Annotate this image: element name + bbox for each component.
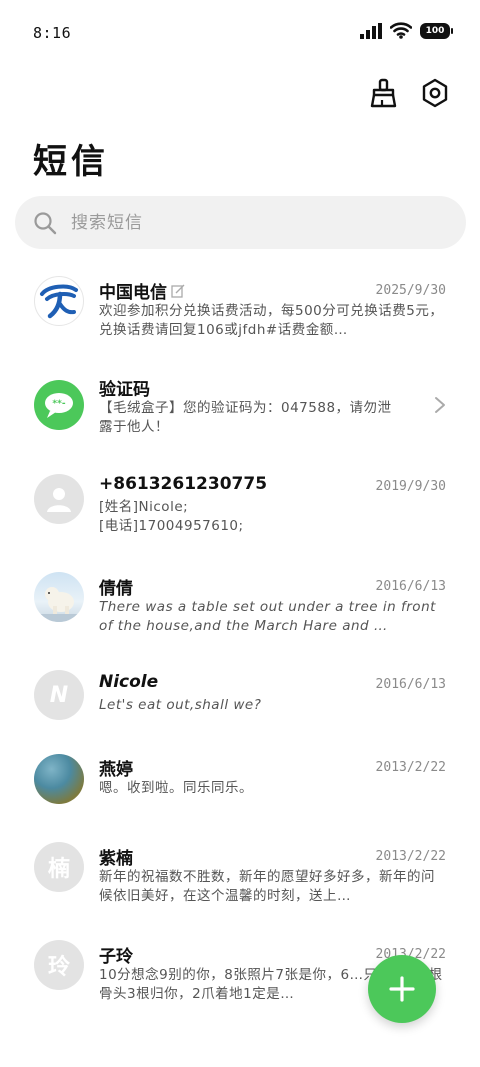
broom-icon (370, 78, 397, 108)
telecom-logo (34, 276, 84, 326)
page-title: 短信 (33, 142, 109, 182)
search-icon (31, 209, 59, 237)
search-bar[interactable] (15, 196, 466, 249)
message-date: 2025/9/30 (375, 283, 446, 298)
status-icons: 100 (360, 22, 453, 39)
message-preview: 嗯。收到啦。同乐同乐。 (99, 780, 253, 796)
contact-name: Nicole (99, 672, 158, 692)
message-preview: 欢迎参加积分兑换话费活动，每500分可兑换话费5元，兑换话费请回复106或jfd… (99, 303, 444, 338)
contact-name-text: +8613261230775 (99, 474, 268, 494)
new-message-button[interactable] (368, 955, 436, 1023)
contact-name-text: 子玲 (99, 947, 133, 967)
polar-bear-photo (34, 572, 84, 622)
landscape-photo (34, 754, 84, 804)
message-preview: [姓名]Nicole; [电话]17004957610; (99, 499, 244, 534)
message-date: 2013/2/22 (375, 760, 446, 775)
settings-button[interactable] (418, 76, 452, 110)
status-time: 8:16 (33, 24, 72, 42)
gear-icon (422, 78, 448, 108)
contact-name: 中国电信 (99, 278, 185, 303)
list-item[interactable]: +8613261230775 2019/9/30 [姓名]Nicole; [电话… (0, 456, 480, 552)
contact-name-text: 验证码 (99, 380, 150, 400)
clean-button[interactable] (366, 76, 400, 110)
message-preview: 【毛绒盒子】您的验证码为：047588，请勿泄露于他人！ (99, 400, 392, 435)
message-preview: 新年的祝福数不胜数，新年的愿望好多好多，新年的问候依旧美好，在这个温馨的时刻，送… (99, 869, 435, 904)
svg-text:**-: **- (52, 399, 65, 409)
chevron-right-icon[interactable] (434, 396, 446, 414)
contact-avatar: 楠 (34, 842, 84, 892)
contact-name: 验证码 (99, 375, 150, 400)
contact-name-text: 中国电信 (99, 283, 167, 303)
contact-name-text: Nicole (99, 672, 159, 692)
list-item[interactable]: 燕婷 2013/2/22 嗯。收到啦。同乐同乐。 (0, 736, 480, 832)
contact-name: 紫楠 (99, 844, 133, 869)
contact-avatar: 玲 (34, 940, 84, 990)
signal-icon (360, 22, 382, 39)
contact-name: 子玲 (99, 942, 133, 967)
contact-name-text: 倩倩 (99, 579, 133, 599)
message-bubble-icon: **- (34, 380, 84, 430)
battery-icon: 100 (420, 22, 453, 39)
contact-name-text: 紫楠 (99, 849, 133, 869)
message-date: 2016/6/13 (375, 677, 446, 692)
contact-name: 燕婷 (99, 755, 133, 780)
contact-name-text: 燕婷 (99, 760, 133, 780)
list-item[interactable]: 倩倩 2016/6/13 There was a table set out u… (0, 554, 480, 650)
list-item[interactable]: **- 验证码 【毛绒盒子】您的验证码为：047588，请勿泄露于他人！ (0, 356, 480, 452)
list-item[interactable]: 楠 紫楠 2013/2/22 新年的祝福数不胜数，新年的愿望好多好多，新年的问候… (0, 824, 480, 920)
edit-icon (171, 284, 185, 298)
contact-name: 倩倩 (99, 574, 133, 599)
message-date: 2019/9/30 (375, 479, 446, 494)
plus-icon (389, 976, 415, 1002)
message-preview: Let's eat out,shall we? (99, 697, 262, 713)
list-item[interactable]: N Nicole 2016/6/13 Let's eat out,shall w… (0, 652, 480, 748)
status-bar: 8:16 100 (0, 0, 480, 66)
message-date: 2013/2/22 (375, 849, 446, 864)
contact-name: +8613261230775 (99, 474, 267, 494)
battery-level: 100 (425, 25, 445, 36)
search-input[interactable] (71, 212, 431, 233)
person-icon (34, 474, 84, 524)
wifi-icon (390, 22, 412, 39)
message-date: 2016/6/13 (375, 579, 446, 594)
contact-avatar: N (34, 670, 84, 720)
list-item[interactable]: 中国电信 2025/9/30 欢迎参加积分兑换话费活动，每500分可兑换话费5元… (0, 258, 480, 354)
top-actions (366, 76, 452, 110)
message-preview: There was a table set out under a tree i… (99, 599, 436, 634)
